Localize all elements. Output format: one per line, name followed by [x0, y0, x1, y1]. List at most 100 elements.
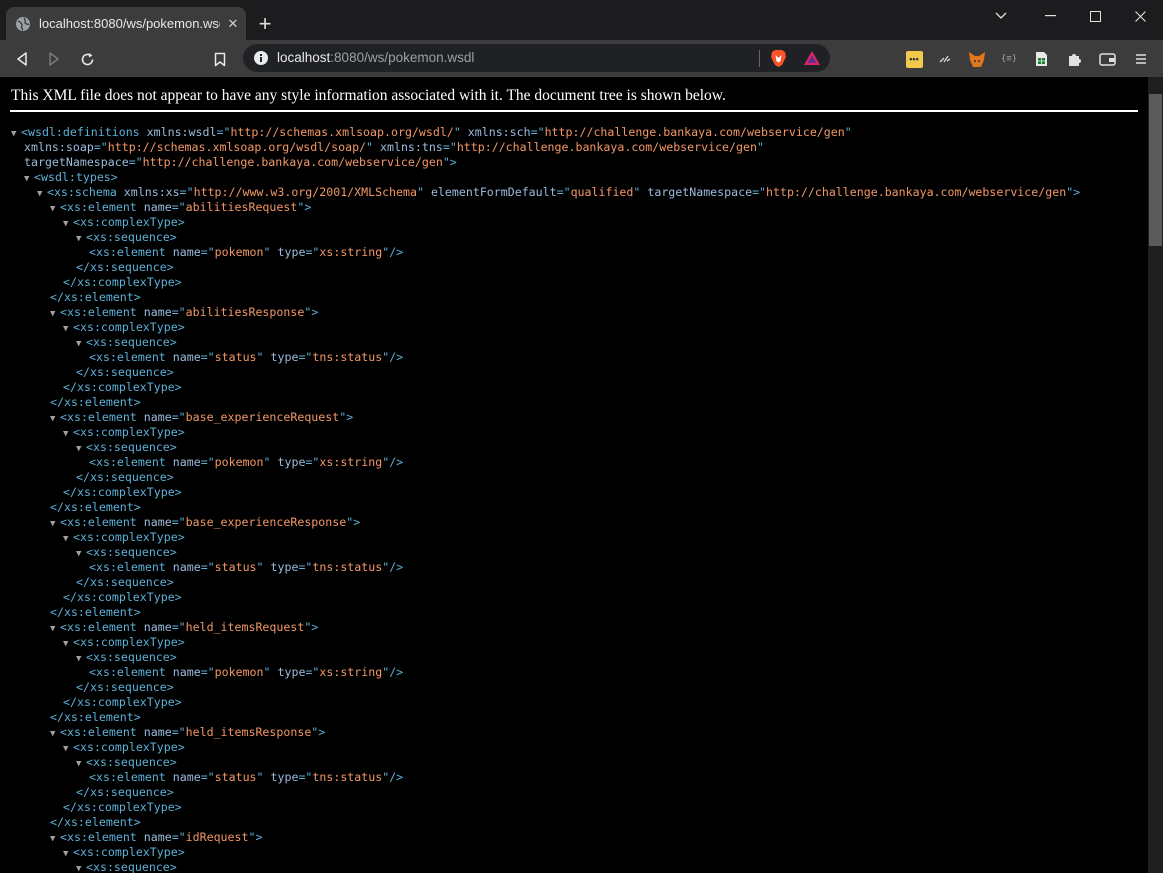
collapse-toggle-icon[interactable]: ▼ [76, 652, 86, 667]
xml-line: ▼ <xs:complexType> [11, 635, 1080, 650]
xml-space [166, 455, 173, 469]
xml-attr-name: type [270, 560, 299, 574]
xml-tag-text: "/> [382, 350, 404, 364]
xml-line: ▼ <xs:complexType> [11, 215, 1080, 230]
xml-tag-text: </xs:complexType> [63, 695, 182, 709]
wallet-icon[interactable] [1098, 50, 1116, 68]
collapse-toggle-icon[interactable]: ▼ [63, 217, 73, 232]
collapse-toggle-icon[interactable]: ▼ [50, 517, 60, 532]
collapse-toggle-icon[interactable]: ▼ [50, 727, 60, 742]
xml-attr-name: targetNamespace [24, 155, 129, 169]
xml-line: <xs:element name="status" type="tns:stat… [11, 770, 1080, 785]
xml-tag-text: " [756, 140, 764, 154]
collapse-toggle-icon[interactable]: ▼ [50, 412, 60, 427]
collapse-toggle-icon[interactable]: ▼ [76, 757, 86, 772]
collapse-toggle-icon[interactable]: ▼ [63, 637, 73, 652]
xml-line: </xs:complexType> [11, 275, 1080, 290]
xml-attr-value: base_experienceRequest [185, 410, 340, 424]
brave-rewards-icon[interactable] [803, 50, 821, 66]
xml-attr-value: held_itemsResponse [185, 725, 312, 739]
bookmark-icon[interactable] [207, 46, 233, 72]
xml-line: ▼ <xs:sequence> [11, 230, 1080, 245]
collapse-toggle-icon[interactable]: ▼ [63, 532, 73, 547]
metamask-icon[interactable] [968, 50, 986, 68]
reload-icon[interactable] [74, 46, 100, 72]
brave-shields-icon[interactable] [770, 49, 787, 68]
collapse-toggle-icon[interactable]: ▼ [76, 232, 86, 247]
xml-attr-name: targetNamespace [647, 185, 753, 199]
xml-space [137, 200, 144, 214]
xml-tag-text: =" [305, 665, 320, 679]
xml-tag-text: </xs:complexType> [63, 275, 182, 289]
collapse-toggle-icon[interactable]: ▼ [76, 337, 86, 352]
collapse-toggle-icon[interactable]: ▼ [50, 202, 60, 217]
extension-icon[interactable] [936, 50, 954, 68]
forward-icon[interactable] [41, 46, 67, 72]
puzzle-icon[interactable] [1065, 50, 1083, 68]
xml-space [271, 245, 278, 259]
xml-tag-text: </xs:sequence> [76, 365, 174, 379]
new-tab-button[interactable]: + [252, 11, 278, 37]
collapse-toggle-icon[interactable]: ▼ [63, 742, 73, 757]
tab-close-icon[interactable]: ✕ [220, 16, 246, 32]
xml-space [137, 620, 144, 634]
scrollbar-thumb[interactable] [1149, 94, 1162, 246]
xml-tag-text: </xs:element> [50, 815, 141, 829]
xml-line: ▼ <xs:complexType> [11, 530, 1080, 545]
back-icon[interactable] [9, 46, 35, 72]
xml-tag-text: <xs:complexType> [73, 740, 185, 754]
collapse-toggle-icon[interactable]: ▼ [50, 307, 60, 322]
xml-line: ▼ <xs:element name="held_itemsRequest"> [11, 620, 1080, 635]
xml-tag-text: =" [298, 350, 313, 364]
vertical-scrollbar[interactable] [1148, 77, 1163, 873]
xml-tag-text: =" [200, 245, 215, 259]
minimize-icon[interactable] [1027, 0, 1073, 32]
xml-space [264, 770, 271, 784]
url-host: localhost [277, 50, 331, 65]
collapse-toggle-icon[interactable]: ▼ [76, 442, 86, 457]
tab-strip: localhost:8080/ws/pokemon.wsdl ✕ + [0, 0, 1163, 40]
xml-tag-text: "/> [382, 560, 404, 574]
xml-tag-text: "/> [382, 455, 404, 469]
xml-attr-name: xmlns:wsdl [146, 125, 217, 139]
xml-line: </xs:element> [11, 500, 1080, 515]
xml-attr-name: name [172, 770, 201, 784]
xml-tag-text: "> [346, 515, 361, 529]
xml-space [166, 665, 173, 679]
collapse-toggle-icon[interactable]: ▼ [76, 862, 86, 873]
xml-attr-name: type [277, 665, 306, 679]
xml-space [140, 125, 147, 139]
collapse-toggle-icon[interactable]: ▼ [50, 622, 60, 637]
json-icon[interactable]: {≡} [1000, 50, 1018, 68]
xml-line: ▼ <wsdl:types> [11, 170, 1080, 185]
collapse-toggle-icon[interactable]: ▼ [50, 832, 60, 847]
collapse-toggle-icon[interactable]: ▼ [76, 547, 86, 562]
close-icon[interactable] [1117, 0, 1163, 32]
sheets-icon[interactable] [1032, 50, 1050, 68]
collapse-toggle-icon[interactable]: ▼ [11, 127, 21, 142]
url-text[interactable]: localhost:8080/ws/pokemon.wsdl [277, 50, 474, 65]
site-info-icon[interactable] [253, 50, 269, 66]
collapse-toggle-icon[interactable]: ▼ [24, 172, 34, 187]
collapse-toggle-icon[interactable]: ▼ [37, 187, 47, 202]
xml-line: ▼ <xs:sequence> [11, 860, 1080, 873]
address-bar[interactable]: localhost:8080/ws/pokemon.wsdl [243, 44, 830, 72]
xml-line: xmlns:soap="http://schemas.xmlsoap.org/w… [11, 140, 1080, 155]
xml-tag-text: =" [179, 185, 194, 199]
active-tab[interactable]: localhost:8080/ws/pokemon.wsdl ✕ [6, 7, 246, 40]
xml-tag-text: <xs:element [89, 770, 166, 784]
xml-tag-text: <xs:element [60, 515, 137, 529]
maximize-icon[interactable] [1072, 0, 1118, 32]
xml-line: </xs:complexType> [11, 695, 1080, 710]
xml-tag-text: =" [752, 185, 767, 199]
collapse-toggle-icon[interactable]: ▼ [63, 322, 73, 337]
xml-tag-text: =" [200, 770, 215, 784]
lastpass-icon[interactable]: ••• [905, 50, 923, 68]
xml-tag-text: "> [304, 620, 319, 634]
collapse-toggle-icon[interactable]: ▼ [63, 427, 73, 442]
xml-tag-text: =" [298, 770, 313, 784]
xml-attr-value: qualified [570, 185, 634, 199]
collapse-toggle-icon[interactable]: ▼ [63, 847, 73, 862]
menu-icon[interactable] [1132, 50, 1150, 68]
tab-search-icon[interactable] [978, 0, 1024, 32]
